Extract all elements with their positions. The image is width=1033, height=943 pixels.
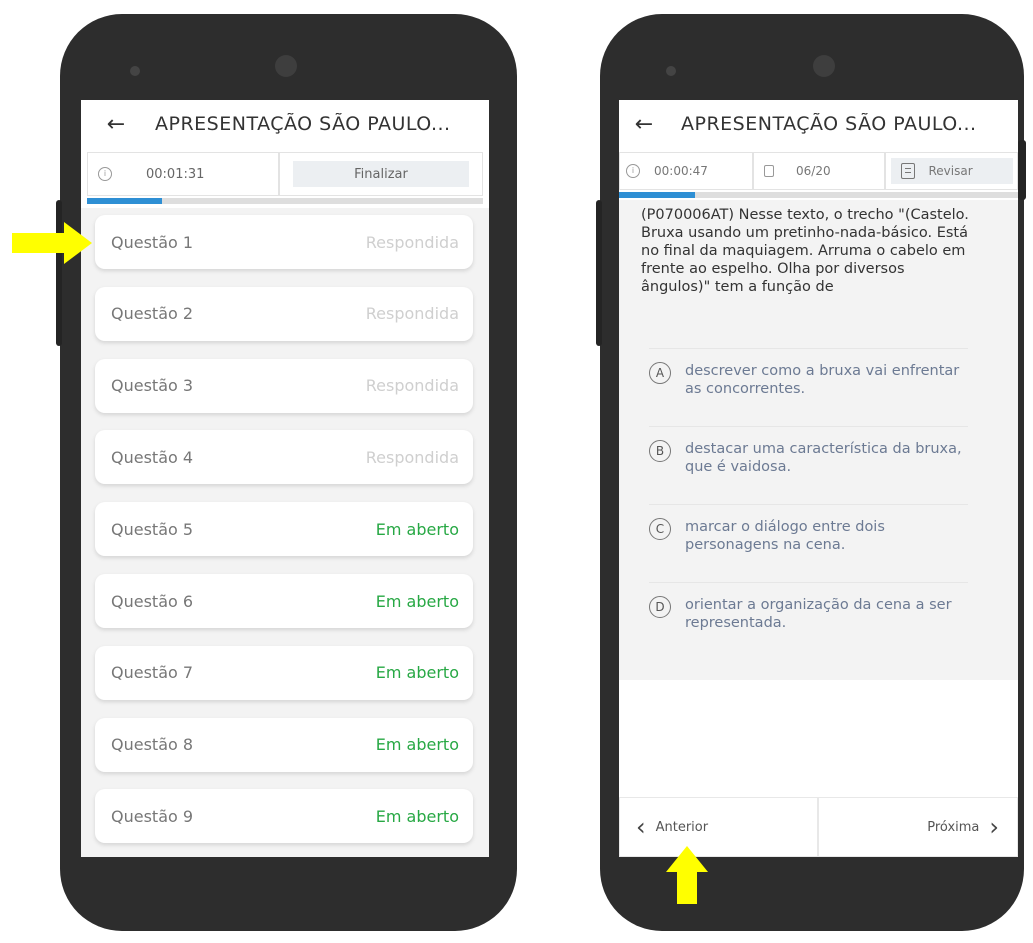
- question-status: Em aberto: [375, 735, 459, 755]
- progress-bar: [619, 192, 1018, 198]
- question-status: Em aberto: [375, 519, 459, 539]
- question-card[interactable]: Questão 1 Respondida: [95, 215, 473, 269]
- right-phone-side-button: [596, 200, 602, 346]
- info-bar: i 00:01:31 Finalizar: [87, 152, 483, 196]
- question-card[interactable]: Questão 8 Em aberto: [95, 717, 473, 772]
- finish-wrap: Finalizar: [279, 152, 483, 196]
- review-label: Revisar: [928, 164, 973, 178]
- page-icon: [764, 165, 774, 177]
- option-letter: B: [649, 440, 671, 462]
- option-divider: [649, 582, 968, 583]
- chevron-left-icon: ‹: [636, 813, 646, 841]
- answer-option[interactable]: Adescrever como a bruxa vai enfrentar as…: [649, 350, 968, 428]
- question-name: Questão 5: [111, 519, 194, 539]
- option-text: destacar uma característica da bruxa, qu…: [685, 441, 962, 475]
- question-name: Questão 1: [111, 232, 194, 252]
- question-name: Questão 8: [111, 735, 194, 755]
- front-camera: [275, 55, 297, 77]
- option-divider: [649, 426, 968, 427]
- question-list: Questão 1 Respondida Questão 2 Respondida Qu…: [81, 208, 489, 857]
- question-card[interactable]: Questão 3 Respondida: [95, 358, 473, 413]
- question-name: Questão 7: [111, 663, 194, 683]
- option-divider: [649, 504, 968, 505]
- clock-icon: i: [626, 164, 640, 178]
- question-card[interactable]: Questão 9 Em aberto: [95, 789, 473, 844]
- left-screen: ← APRESENTAÇÃO SÃO PAULO... i 00:01:31 F…: [81, 100, 489, 857]
- question-status: Em aberto: [375, 806, 459, 826]
- question-card[interactable]: Questão 5 Em aberto: [95, 502, 473, 557]
- front-camera: [813, 55, 835, 77]
- right-screen: ← APRESENTAÇÃO SÃO PAULO... i 00:00:47 0…: [619, 100, 1018, 857]
- next-button[interactable]: Próxima ›: [817, 797, 1018, 857]
- document-icon: [900, 163, 915, 179]
- option-text: descrever como a bruxa vai enfrentar as …: [685, 363, 960, 397]
- question-area: (P070006AT) Nesse texto, o trecho "(Cast…: [619, 200, 1018, 680]
- option-letter: D: [649, 596, 671, 618]
- question-card[interactable]: Questão 2 Respondida: [95, 286, 473, 341]
- question-name: Questão 2: [111, 304, 194, 324]
- review-button[interactable]: Revisar: [890, 158, 1013, 184]
- progress-fill: [87, 198, 163, 204]
- finish-button[interactable]: Finalizar: [293, 161, 469, 187]
- indicator-arrow-right: [12, 222, 92, 264]
- question-status: Em aberto: [375, 663, 459, 683]
- answer-option[interactable]: Dorientar a organização da cena a ser re…: [649, 584, 968, 662]
- back-arrow-icon[interactable]: ←: [627, 112, 661, 137]
- question-name: Questão 9: [111, 806, 194, 826]
- question-card[interactable]: Questão 4 Respondida: [95, 430, 473, 485]
- app-bar: ← APRESENTAÇÃO SÃO PAULO...: [81, 100, 489, 148]
- app-bar: ← APRESENTAÇÃO SÃO PAULO...: [619, 100, 1018, 148]
- timer-box: i 00:00:47: [619, 152, 753, 190]
- page-title: APRESENTAÇÃO SÃO PAULO...: [155, 113, 451, 135]
- progress-bar: [87, 198, 483, 204]
- timer-box: i 00:01:31: [87, 152, 279, 196]
- question-text: (P070006AT) Nesse texto, o trecho "(Cast…: [641, 207, 969, 295]
- timer-value: 00:01:31: [146, 166, 205, 182]
- page-title: APRESENTAÇÃO SÃO PAULO...: [681, 113, 977, 135]
- info-bar: i 00:00:47 06/20 Revisar: [619, 152, 1018, 190]
- question-status: Respondida: [365, 304, 459, 324]
- next-label: Próxima: [927, 819, 980, 835]
- clock-icon: i: [98, 167, 112, 181]
- page-counter: 06/20: [753, 152, 885, 190]
- sensor-dot: [666, 66, 676, 76]
- option-divider: [649, 348, 968, 349]
- chevron-right-icon: ›: [989, 813, 999, 841]
- sensor-dot: [130, 66, 140, 76]
- question-status: Respondida: [365, 447, 459, 467]
- right-phone-power-button: [1018, 140, 1026, 200]
- previous-button[interactable]: ‹ Anterior: [619, 797, 818, 857]
- question-name: Questão 6: [111, 591, 194, 611]
- option-text: orientar a organização da cena a ser rep…: [685, 597, 952, 631]
- timer-value: 00:00:47: [654, 164, 708, 178]
- question-card[interactable]: Questão 7 Em aberto: [95, 645, 473, 700]
- progress-fill: [619, 192, 695, 198]
- question-name: Questão 4: [111, 447, 194, 467]
- option-letter: C: [649, 518, 671, 540]
- back-arrow-icon[interactable]: ←: [99, 112, 133, 137]
- question-status: Respondida: [365, 376, 459, 396]
- question-name: Questão 3: [111, 376, 194, 396]
- page-counter-value: 06/20: [796, 164, 831, 178]
- question-status: Respondida: [365, 232, 459, 252]
- answer-option[interactable]: Cmarcar o diálogo entre dois personagens…: [649, 506, 968, 584]
- answer-option[interactable]: Bdestacar uma característica da bruxa, q…: [649, 428, 968, 506]
- previous-label: Anterior: [655, 819, 709, 835]
- question-card[interactable]: Questão 6 Em aberto: [95, 574, 473, 628]
- question-status: Em aberto: [375, 591, 459, 611]
- option-text: marcar o diálogo entre dois personagens …: [685, 519, 885, 553]
- review-wrap: Revisar: [885, 152, 1018, 190]
- option-letter: A: [649, 362, 671, 384]
- indicator-arrow-up: [666, 846, 708, 904]
